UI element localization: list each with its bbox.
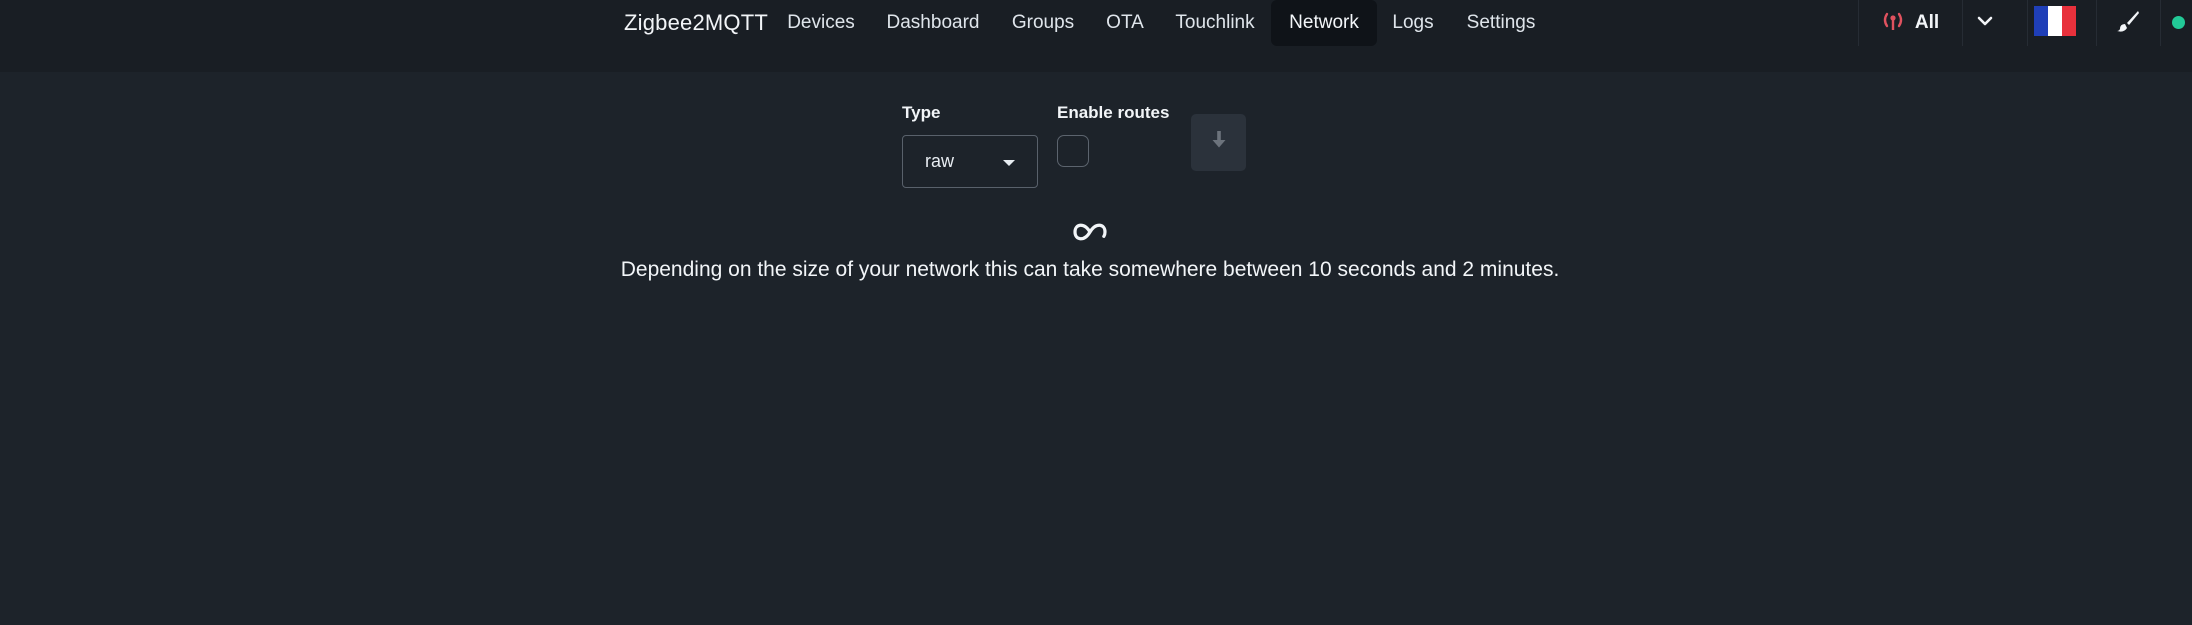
instance-selector[interactable]: All (1860, 0, 1960, 46)
language-selector[interactable] (2028, 0, 2082, 46)
nav-divider (1858, 0, 1859, 46)
nav-network[interactable]: Network (1271, 0, 1377, 46)
nav-touchlink[interactable]: Touchlink (1167, 0, 1263, 46)
download-button[interactable] (1191, 114, 1246, 171)
infinity-spinner-icon (1070, 218, 1110, 246)
caret-down-icon (1003, 160, 1015, 166)
instance-label: All (1914, 12, 1940, 33)
enable-routes-label: Enable routes (1057, 103, 1170, 122)
antenna-icon (1881, 11, 1905, 36)
enable-routes-checkbox[interactable] (1057, 135, 1089, 167)
nav-divider (2160, 0, 2161, 46)
chevron-down-icon (1976, 14, 1994, 32)
nav-ota[interactable]: OTA (1096, 0, 1154, 46)
loading-info-text: Depending on the size of your network th… (620, 258, 1560, 281)
type-select[interactable]: raw (902, 135, 1038, 188)
navbar: Zigbee2MQTT Devices Dashboard Groups OTA… (0, 0, 2192, 72)
brand-title[interactable]: Zigbee2MQTT (624, 0, 768, 46)
nav-devices[interactable]: Devices (776, 0, 866, 46)
connection-status-indicator (2172, 16, 2185, 29)
flag-fr-icon (2034, 5, 2076, 41)
nav-groups[interactable]: Groups (1003, 0, 1083, 46)
nav-settings[interactable]: Settings (1455, 0, 1547, 46)
type-label: Type (902, 103, 941, 122)
nav-logs[interactable]: Logs (1385, 0, 1441, 46)
nav-dashboard[interactable]: Dashboard (878, 0, 988, 46)
theme-switcher[interactable] (2097, 0, 2159, 46)
download-icon (1211, 130, 1227, 155)
type-select-value: raw (925, 151, 955, 171)
paintbrush-icon (2116, 10, 2140, 37)
instance-dropdown-button[interactable] (1963, 0, 2007, 46)
